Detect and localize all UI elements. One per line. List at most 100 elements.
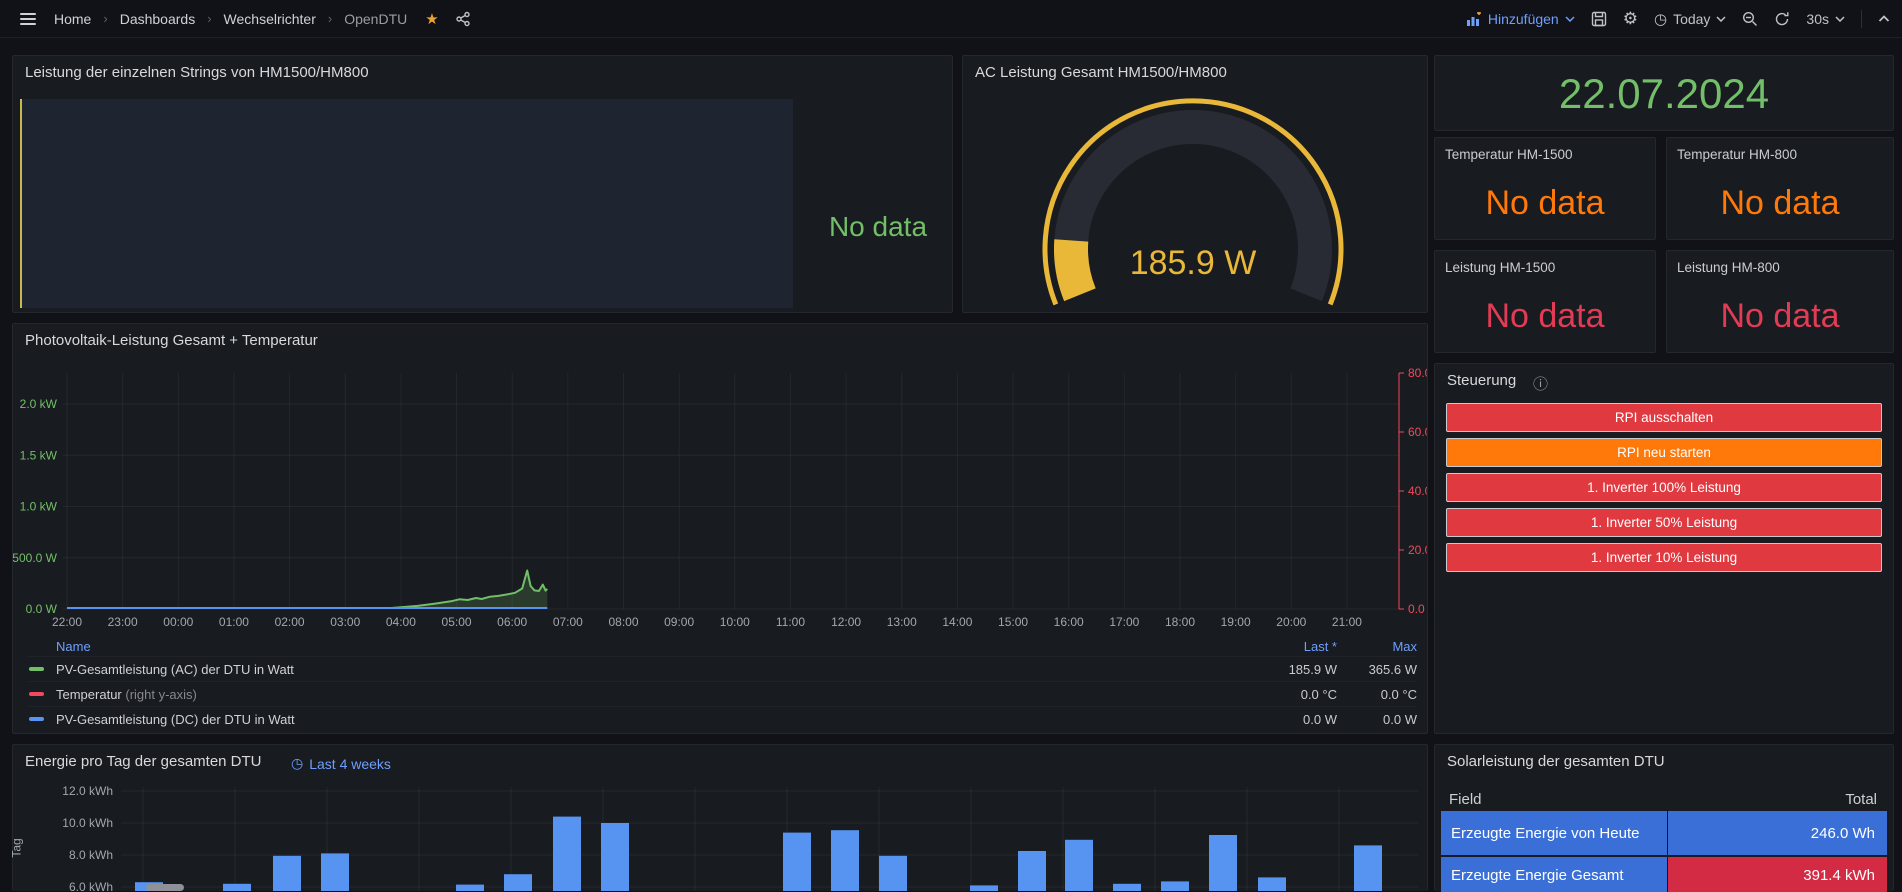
zoom-out-icon[interactable] (1742, 11, 1758, 27)
legend-sort-name[interactable]: Name (56, 639, 1227, 654)
svg-text:09:00: 09:00 (664, 615, 694, 629)
nav-divider (1861, 10, 1862, 28)
svg-text:10.0 kWh: 10.0 kWh (62, 816, 113, 830)
panel-date[interactable]: 22.07.2024 (1434, 55, 1894, 131)
panel-energy-bars[interactable]: Energie pro Tag der gesamten DTU ◷ Last … (12, 744, 1428, 891)
panel-strings-power[interactable]: Leistung der einzelnen Strings von HM150… (12, 55, 953, 313)
axis-line (20, 99, 22, 308)
legend-max-value: 0.0 W (1337, 712, 1417, 727)
panel-steuerung[interactable]: Steuerung ⓘ RPI ausschalten RPI neu start… (1434, 363, 1894, 734)
breadcrumb-opendtu: OpenDTU (344, 11, 407, 27)
panel-title[interactable]: Leistung HM-1500 (1445, 260, 1555, 275)
svg-text:15:00: 15:00 (998, 615, 1028, 629)
chevron-down-icon (1716, 16, 1726, 22)
cell-total: 246.0 Wh (1668, 811, 1887, 855)
series-color-dash (29, 667, 44, 671)
svg-text:60.0 °C: 60.0 °C (1408, 425, 1427, 439)
legend-max-value: 365.6 W (1337, 662, 1417, 677)
breadcrumb-wechselrichter[interactable]: Wechselrichter (224, 11, 316, 27)
chevron-down-icon (1835, 16, 1845, 22)
bar-chart[interactable]: 12.0 kWh10.0 kWh8.0 kWh6.0 kWh (13, 745, 1427, 891)
date-value: 22.07.2024 (1435, 70, 1893, 118)
svg-text:20:00: 20:00 (1276, 615, 1306, 629)
svg-text:17:00: 17:00 (1109, 615, 1139, 629)
stat-value: No data (1667, 296, 1893, 336)
control-button[interactable]: RPI ausschalten (1446, 403, 1882, 432)
table-header: Field Total (1449, 791, 1877, 808)
panel-stat-power_hm1500[interactable]: Leistung HM-1500 No data (1434, 250, 1656, 353)
panel-stat-temp_hm800[interactable]: Temperatur HM-800 No data (1666, 137, 1894, 240)
clock-icon: ◷ (1654, 10, 1667, 28)
favorite-star-icon[interactable]: ★ (425, 10, 438, 28)
control-button[interactable]: 1. Inverter 100% Leistung (1446, 473, 1882, 502)
table-row[interactable]: Erzeugte Energie von Heute246.0 Wh (1441, 811, 1887, 855)
breadcrumb-dashboards[interactable]: Dashboards (120, 11, 196, 27)
svg-text:1.0 kW: 1.0 kW (20, 500, 58, 514)
svg-text:12.0 kWh: 12.0 kWh (62, 784, 113, 798)
chevron-down-icon (1565, 16, 1575, 22)
svg-text:20.0 °C: 20.0 °C (1408, 543, 1427, 557)
svg-text:18:00: 18:00 (1165, 615, 1195, 629)
top-nav: Home › Dashboards › Wechselrichter › Ope… (0, 0, 1902, 38)
svg-text:80.0 °C: 80.0 °C (1408, 366, 1427, 380)
legend-last-value: 0.0 W (1227, 712, 1337, 727)
table-row[interactable]: Erzeugte Energie Gesamt391.4 kWh (1441, 857, 1887, 892)
stat-value: No data (1435, 296, 1655, 336)
legend-row: Temperatur (right y-axis)0.0 °C0.0 °C (27, 681, 1417, 706)
panel-solar-table[interactable]: Solarleistung der gesamten DTU Field Tot… (1434, 744, 1894, 891)
stat-value: No data (1667, 183, 1893, 223)
svg-text:0.0 °C: 0.0 °C (1408, 602, 1427, 616)
add-panel-button[interactable]: Hinzufügen (1466, 11, 1575, 27)
legend-series-name[interactable]: PV-Gesamtleistung (AC) der DTU in Watt (56, 662, 1227, 677)
info-icon[interactable]: ⓘ (1533, 373, 1548, 394)
panel-title[interactable]: Leistung HM-800 (1677, 260, 1780, 275)
dashboard-settings-icon[interactable]: ⚙ (1623, 11, 1638, 27)
svg-text:12:00: 12:00 (831, 615, 861, 629)
collapse-nav-icon[interactable] (1878, 15, 1890, 23)
control-button[interactable]: RPI neu starten (1446, 438, 1882, 467)
svg-text:23:00: 23:00 (108, 615, 138, 629)
svg-text:1.5 kW: 1.5 kW (20, 448, 58, 462)
panel-title[interactable]: Leistung der einzelnen Strings von HM150… (25, 64, 369, 81)
svg-text:8.0 kWh: 8.0 kWh (69, 848, 113, 862)
svg-text:19:00: 19:00 (1221, 615, 1251, 629)
series-color-dash (29, 692, 44, 696)
panel-title[interactable]: Steuerung (1447, 372, 1516, 389)
refresh-icon[interactable] (1774, 11, 1790, 27)
legend-series-name[interactable]: PV-Gesamtleistung (DC) der DTU in Watt (56, 712, 1227, 727)
legend-row: PV-Gesamtleistung (AC) der DTU in Watt18… (27, 656, 1417, 681)
column-total[interactable]: Total (1845, 791, 1877, 808)
panel-stat-temp_hm1500[interactable]: Temperatur HM-1500No data (1434, 137, 1656, 240)
panel-title[interactable]: Temperatur HM-1500 (1445, 147, 1573, 162)
share-icon[interactable] (455, 11, 471, 27)
control-button[interactable]: 1. Inverter 50% Leistung (1446, 508, 1882, 537)
legend-sort-max[interactable]: Max (1337, 639, 1417, 654)
svg-text:2.0 kW: 2.0 kW (20, 397, 58, 411)
panel-title[interactable]: Solarleistung der gesamten DTU (1447, 753, 1665, 770)
panel-title[interactable]: Temperatur HM-800 (1677, 147, 1797, 162)
refresh-interval-dropdown[interactable]: 30s (1806, 11, 1845, 27)
no-data-label: No data (803, 211, 953, 243)
legend-series-name[interactable]: Temperatur (right y-axis) (56, 687, 1227, 702)
cell-field: Erzeugte Energie von Heute (1441, 811, 1668, 855)
svg-text:03:00: 03:00 (330, 615, 360, 629)
panel-ac-gauge[interactable]: AC Leistung Gesamt HM1500/HM800 185.9 W (962, 55, 1428, 313)
svg-text:0.0 W: 0.0 W (26, 602, 58, 616)
legend-sort-last[interactable]: Last * (1227, 639, 1337, 654)
column-field[interactable]: Field (1449, 791, 1482, 808)
svg-text:05:00: 05:00 (442, 615, 472, 629)
menu-icon[interactable] (12, 9, 44, 29)
panel-pv-chart[interactable]: Photovoltaik-Leistung Gesamt + Temperatu… (12, 323, 1428, 734)
svg-text:07:00: 07:00 (553, 615, 583, 629)
breadcrumb-home[interactable]: Home (54, 11, 91, 27)
panel-stat-power_hm800[interactable]: Leistung HM-800 No data (1666, 250, 1894, 353)
save-dashboard-icon[interactable] (1591, 11, 1607, 27)
legend-row: PV-Gesamtleistung (DC) der DTU in Watt0.… (27, 706, 1417, 731)
svg-text:01:00: 01:00 (219, 615, 249, 629)
time-range-picker[interactable]: ◷ Today (1654, 10, 1726, 28)
svg-text:185.9 W: 185.9 W (1130, 244, 1257, 282)
legend-last-value: 185.9 W (1227, 662, 1337, 677)
legend-header: Name Last * Max (27, 636, 1417, 656)
scrollbar-thumb[interactable] (146, 884, 184, 891)
control-button[interactable]: 1. Inverter 10% Leistung (1446, 543, 1882, 572)
